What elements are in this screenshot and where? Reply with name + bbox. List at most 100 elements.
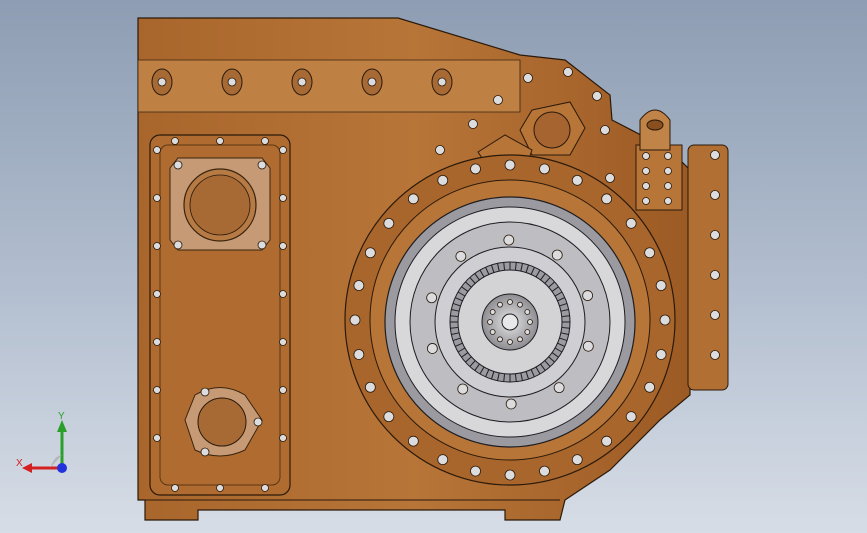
cover-bolt: [153, 146, 161, 154]
plate-bolt: [664, 197, 672, 205]
plate-bolt: [642, 167, 650, 175]
upper-arc-bolt: [592, 91, 602, 101]
flange-bolt: [504, 469, 516, 481]
cover-bolt: [216, 137, 224, 145]
flange-bolt: [655, 349, 667, 360]
cover-bolt: [279, 194, 287, 202]
hub-bolt: [507, 299, 513, 305]
cover-bolt: [153, 386, 161, 394]
cover-bolt: [153, 194, 161, 202]
flange-bolt: [539, 465, 550, 477]
cover-bolt: [261, 137, 269, 145]
cover-bolt: [279, 434, 287, 442]
carrier-bolt: [426, 343, 438, 354]
flange-bolt: [470, 163, 481, 175]
flange-bolt: [571, 174, 583, 186]
cover-bolt: [171, 484, 179, 492]
port-bolt: [253, 417, 263, 427]
hub-bolt: [524, 309, 531, 315]
flange-bolt: [571, 454, 583, 466]
upper-arc-bolt: [468, 119, 478, 129]
flange-bolt: [383, 411, 395, 423]
flange-bolt: [437, 174, 449, 186]
axis-triad: X Y: [16, 411, 67, 473]
hub-bolt: [524, 329, 531, 335]
carrier-bolt: [551, 249, 563, 261]
port-bolt: [173, 160, 183, 170]
hub-bolt: [497, 301, 503, 308]
hub-bolt: [517, 301, 523, 308]
cover-bolt: [153, 242, 161, 250]
upper-arc-bolt: [563, 67, 573, 77]
top-stud: [437, 77, 447, 87]
plate-bolt: [642, 197, 650, 205]
flange-bolt: [383, 217, 395, 229]
flange-bolt: [644, 247, 656, 259]
flange-bolt: [539, 163, 550, 175]
hub-bolt: [507, 339, 513, 345]
hub-bolt: [517, 336, 523, 343]
flange-bolt: [601, 435, 613, 447]
housing-top-band: [137, 59, 521, 113]
mount-bolt: [710, 270, 720, 280]
flange-bolt: [504, 159, 516, 171]
carrier-bolt: [426, 292, 438, 304]
right-mount-block: [687, 144, 729, 391]
mount-bolt: [710, 150, 720, 160]
carrier-bolt: [505, 398, 517, 410]
flange-bolt: [659, 314, 671, 326]
top-stud: [297, 77, 307, 87]
flange-bolt: [364, 381, 376, 393]
flange-bolt: [407, 193, 419, 205]
flange-bolt: [353, 349, 365, 360]
y-axis-label: Y: [58, 411, 65, 422]
mount-bolt: [710, 230, 720, 240]
hub-bolt: [527, 319, 533, 325]
plate-bolt: [642, 152, 650, 160]
flange-bolt: [601, 193, 613, 205]
x-axis-label: X: [16, 458, 23, 469]
port-bolt: [257, 240, 267, 250]
upper-arc-bolt: [523, 73, 533, 83]
z-axis-dot: [57, 463, 67, 473]
cover-bolt: [216, 484, 224, 492]
port-bolt: [200, 447, 210, 457]
top-stud: [367, 77, 377, 87]
cover-bolt: [153, 290, 161, 298]
mount-bolt: [710, 190, 720, 200]
mount-bolt: [710, 350, 720, 360]
carrier-bolt: [503, 234, 515, 246]
hub-bolt: [489, 309, 496, 315]
plate-bolt: [642, 182, 650, 190]
upper-port-inner: [189, 174, 251, 236]
carrier-bolt: [553, 382, 565, 394]
flange-bolt: [437, 454, 449, 466]
flange-bolt: [625, 411, 637, 423]
carrier-bolt: [582, 290, 594, 301]
top-stud: [157, 77, 167, 87]
carrier-bolt: [455, 250, 467, 262]
port-bolt: [173, 240, 183, 250]
flange-bolt: [407, 435, 419, 447]
cover-bolt: [153, 434, 161, 442]
mount-bolt: [710, 310, 720, 320]
gearbox-model[interactable]: [0, 0, 867, 533]
hub-bolt: [489, 329, 496, 335]
upper-arc-bolt: [600, 125, 610, 135]
hub-bolt: [487, 319, 493, 325]
cover-bolt: [279, 386, 287, 394]
port-bolt: [257, 160, 267, 170]
cover-bolt: [279, 338, 287, 346]
upper-arc-bolt: [435, 145, 445, 155]
cover-bolt: [279, 242, 287, 250]
flange-bolt: [353, 280, 365, 291]
flange-bolt: [364, 247, 376, 259]
cover-bolt: [261, 484, 269, 492]
top-stud: [227, 77, 237, 87]
cover-bolt: [279, 290, 287, 298]
hub-center: [501, 313, 519, 331]
flange-bolt: [655, 280, 667, 291]
graphics-viewport[interactable]: X Y: [0, 0, 867, 533]
lug-hole: [646, 119, 664, 131]
carrier-bolt: [582, 340, 594, 352]
